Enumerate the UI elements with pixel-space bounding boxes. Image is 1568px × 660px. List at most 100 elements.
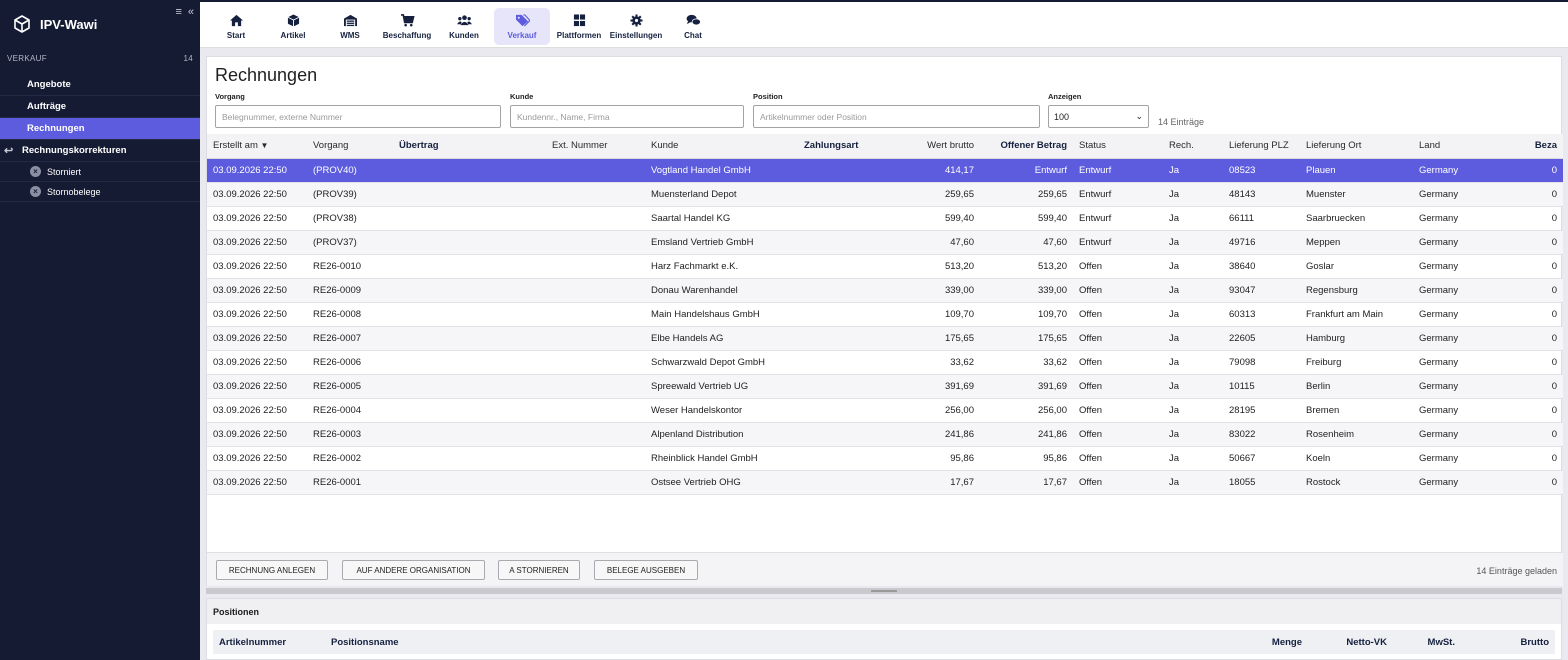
- col-erstellt-am[interactable]: Erstellt am ▼: [207, 134, 307, 159]
- nav-label: Verkauf: [507, 30, 537, 40]
- col-positionsname[interactable]: Positionsname: [331, 637, 399, 648]
- table-row[interactable]: 03.09.2026 22:50 RE26-0009 Donau Warenhand…: [207, 278, 1563, 303]
- loaded-status: 14 Einträge geladen: [1476, 566, 1557, 576]
- rechnung-anlegen-button[interactable]: RECHNUNG ANLEGEN: [216, 560, 328, 580]
- col-land[interactable]: Land: [1413, 134, 1528, 159]
- nav-start[interactable]: Start: [208, 8, 264, 45]
- table-cell: Entwurf: [1073, 206, 1163, 231]
- sidebar-item-label: Rechnungen: [27, 123, 85, 134]
- table-row[interactable]: 03.09.2026 22:50 RE26-0002 Rheinblick Hand…: [207, 446, 1563, 471]
- nav-artikel[interactable]: Artikel: [265, 8, 321, 45]
- table-row[interactable]: 03.09.2026 22:50 RE26-0010 Harz Fachmarkt …: [207, 254, 1563, 279]
- sidebar-item-angebote[interactable]: Angebote: [0, 74, 200, 96]
- col-menge[interactable]: Menge: [1272, 637, 1302, 648]
- table-cell: Meppen: [1300, 230, 1413, 255]
- table-cell: Rheinblick Handel GmbH: [645, 446, 798, 471]
- col-artikelnummer[interactable]: Artikelnummer: [219, 637, 286, 648]
- table-cell: Ja: [1163, 470, 1223, 495]
- table-cell: 17,67: [980, 470, 1073, 495]
- table-cell: 0: [1528, 206, 1563, 231]
- collapse-icon[interactable]: «: [188, 6, 194, 18]
- table-row[interactable]: 03.09.2026 22:50 RE26-0004 Weser Handelsko…: [207, 398, 1563, 423]
- position-input[interactable]: Artikelnummer oder Position: [753, 105, 1040, 128]
- col-uebertrag[interactable]: Übertrag: [393, 134, 546, 159]
- col-bezahlt[interactable]: Beza: [1528, 134, 1563, 159]
- andere-organisation-button[interactable]: AUF ANDERE ORGANISATION: [342, 560, 485, 580]
- table-cell: [393, 374, 546, 399]
- table-cell: 391,69: [895, 374, 980, 399]
- menu-icon[interactable]: ≡: [175, 6, 181, 18]
- table-row[interactable]: 03.09.2026 22:50 RE26-0007 Elbe Handels AG…: [207, 326, 1563, 351]
- table-cell: [546, 350, 645, 375]
- table-cell: 33,62: [980, 350, 1073, 375]
- table-cell: [393, 230, 546, 255]
- nav-wms[interactable]: WMS: [322, 8, 378, 45]
- table-row[interactable]: 03.09.2026 22:50 (PROV39) Muensterland Dep…: [207, 182, 1563, 207]
- nav-einstellungen[interactable]: Einstellungen: [608, 8, 664, 45]
- table-row[interactable]: 03.09.2026 22:50 RE26-0001 Ostsee Vertrieb…: [207, 470, 1563, 495]
- col-brutto[interactable]: Brutto: [1521, 637, 1550, 648]
- col-rech[interactable]: Rech.: [1163, 134, 1223, 159]
- kunde-input[interactable]: Kundennr., Name, Firma: [510, 105, 744, 128]
- table-cell: 95,86: [895, 446, 980, 471]
- sidebar-item-auftraege[interactable]: Aufträge: [0, 96, 200, 118]
- stornieren-button[interactable]: A STORNIEREN: [498, 560, 580, 580]
- col-ext-nummer[interactable]: Ext. Nummer: [546, 134, 645, 159]
- table-cell: Plauen: [1300, 158, 1413, 183]
- table-row[interactable]: 03.09.2026 22:50 (PROV37) Emsland Vertrieb…: [207, 230, 1563, 255]
- positions-panel: Positionen Artikelnummer Positionsname M…: [206, 598, 1562, 660]
- table-cell: 60313: [1223, 302, 1300, 327]
- table-cell: Muensterland Depot: [645, 182, 798, 207]
- sidebar-item-rechnungen[interactable]: Rechnungen: [0, 118, 200, 140]
- col-mwst[interactable]: MwSt.: [1428, 637, 1455, 648]
- resize-handle[interactable]: [206, 588, 1562, 594]
- table-row[interactable]: 03.09.2026 22:50 RE26-0005 Spreewald Vertr…: [207, 374, 1563, 399]
- table-cell: Ja: [1163, 398, 1223, 423]
- table-cell: 03.09.2026 22:50: [207, 326, 307, 351]
- nav-chat[interactable]: Chat: [665, 8, 721, 45]
- nav-kunden[interactable]: Kunden: [436, 8, 492, 45]
- col-wert-brutto[interactable]: Wert brutto: [895, 134, 980, 159]
- nav-label: Kunden: [449, 30, 479, 40]
- vorgang-label: Vorgang: [215, 92, 245, 101]
- table-cell: Offen: [1073, 278, 1163, 303]
- col-status[interactable]: Status: [1073, 134, 1163, 159]
- table-cell: 03.09.2026 22:50: [207, 374, 307, 399]
- table-cell: Germany: [1413, 422, 1528, 447]
- table-cell: 03.09.2026 22:50: [207, 446, 307, 471]
- table-cell: 259,65: [980, 182, 1073, 207]
- table-cell: 513,20: [895, 254, 980, 279]
- table-cell: Frankfurt am Main: [1300, 302, 1413, 327]
- kunde-label: Kunde: [510, 92, 534, 101]
- col-netto-vk[interactable]: Netto-VK: [1346, 637, 1387, 648]
- table-cell: [546, 422, 645, 447]
- nav-verkauf[interactable]: Verkauf: [494, 8, 550, 45]
- table-cell: Bremen: [1300, 398, 1413, 423]
- gear-icon: [629, 13, 643, 27]
- sidebar-item-rechnungskorrekturen[interactable]: ↩ Rechnungskorrekturen: [0, 140, 200, 162]
- belege-ausgeben-button[interactable]: BELEGE AUSGEBEN: [594, 560, 698, 580]
- table-cell: 0: [1528, 278, 1563, 303]
- anzeigen-select[interactable]: 100 ⌄: [1048, 105, 1149, 128]
- sidebar-subitem-stornobelege[interactable]: × Stornobelege: [0, 182, 200, 202]
- col-lieferung-ort[interactable]: Lieferung Ort: [1300, 134, 1413, 159]
- anzeigen-value: 100: [1054, 111, 1070, 122]
- col-zahlungsart[interactable]: Zahlungsart: [798, 134, 895, 159]
- nav-plattformen[interactable]: Plattformen: [551, 8, 607, 45]
- sidebar-subitem-storniert[interactable]: × Storniert: [0, 162, 200, 182]
- col-lieferung-plz[interactable]: Lieferung PLZ: [1223, 134, 1300, 159]
- col-offener-betrag[interactable]: Offener Betrag: [980, 134, 1073, 159]
- table-cell: [546, 374, 645, 399]
- col-kunde[interactable]: Kunde: [645, 134, 798, 159]
- vorgang-input[interactable]: Belegnummer, externe Nummer: [215, 105, 501, 128]
- table-row[interactable]: 03.09.2026 22:50 (PROV40) Vogtland Handel …: [207, 158, 1563, 183]
- table-row[interactable]: 03.09.2026 22:50 RE26-0006 Schwarzwald Dep…: [207, 350, 1563, 375]
- table-row[interactable]: 03.09.2026 22:50 RE26-0008 Main Handelshau…: [207, 302, 1563, 327]
- col-vorgang[interactable]: Vorgang: [307, 134, 393, 159]
- nav-label: WMS: [340, 30, 360, 40]
- nav-beschaffung[interactable]: Beschaffung: [379, 8, 435, 45]
- table-cell: Harz Fachmarkt e.K.: [645, 254, 798, 279]
- table-row[interactable]: 03.09.2026 22:50 RE26-0003 Alpenland Distr…: [207, 422, 1563, 447]
- table-cell: Emsland Vertrieb GmbH: [645, 230, 798, 255]
- table-row[interactable]: 03.09.2026 22:50 (PROV38) Saartal Handel K…: [207, 206, 1563, 231]
